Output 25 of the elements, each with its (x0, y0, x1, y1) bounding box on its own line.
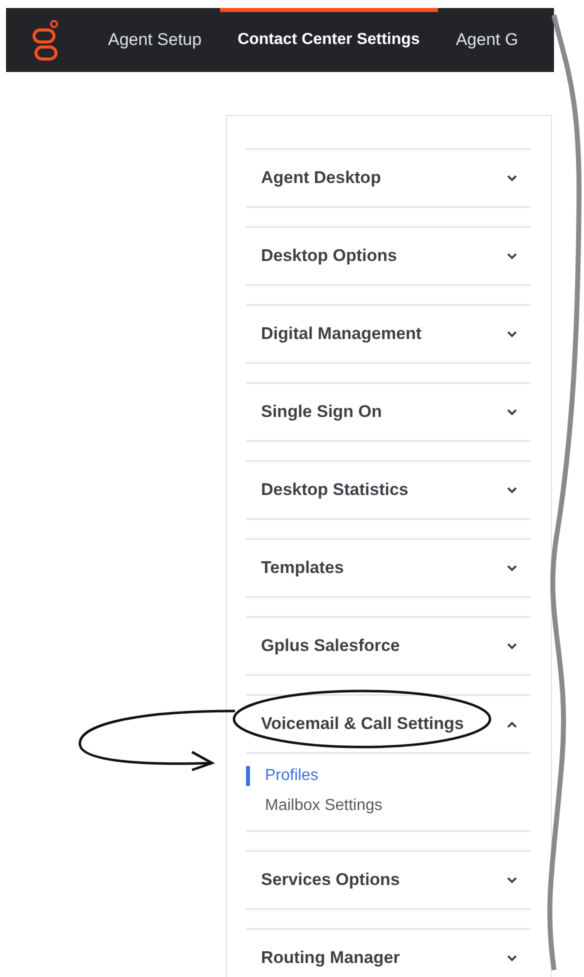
chevron-down-icon (507, 486, 517, 494)
nav-tab[interactable]: Agent Setup (90, 8, 220, 72)
accordion-header[interactable]: Voicemail & Call Settings (246, 694, 531, 754)
accordion-header[interactable]: Services Options (246, 850, 531, 910)
chevron-down-icon (507, 252, 517, 260)
nav-tab[interactable]: Contact Center Settings (220, 8, 438, 72)
chevron-down-icon (507, 330, 517, 338)
accordion-header[interactable]: Routing Manager (246, 928, 531, 977)
submenu-item[interactable]: Profiles (246, 766, 531, 786)
chevron-down-icon (507, 564, 517, 572)
chevron-down-icon (507, 954, 517, 962)
accordion-header[interactable]: Desktop Statistics (246, 460, 531, 520)
accordion-header[interactable]: Agent Desktop (246, 148, 531, 208)
chevron-down-icon (507, 408, 517, 416)
chevron-down-icon (507, 876, 517, 884)
chevron-down-icon (507, 174, 517, 182)
accordion-header[interactable]: Gplus Salesforce (246, 616, 531, 676)
accordion-header[interactable]: Digital Management (246, 304, 531, 364)
accordion-header[interactable]: Single Sign On (246, 382, 531, 442)
chevron-down-icon (507, 642, 517, 650)
nav-tab[interactable]: Agent G (438, 8, 536, 72)
accordion-header[interactable]: Templates (246, 538, 531, 598)
chevron-up-icon (507, 720, 517, 728)
submenu-item[interactable]: Mailbox Settings (246, 796, 531, 816)
accordion-header[interactable]: Desktop Options (246, 226, 531, 286)
